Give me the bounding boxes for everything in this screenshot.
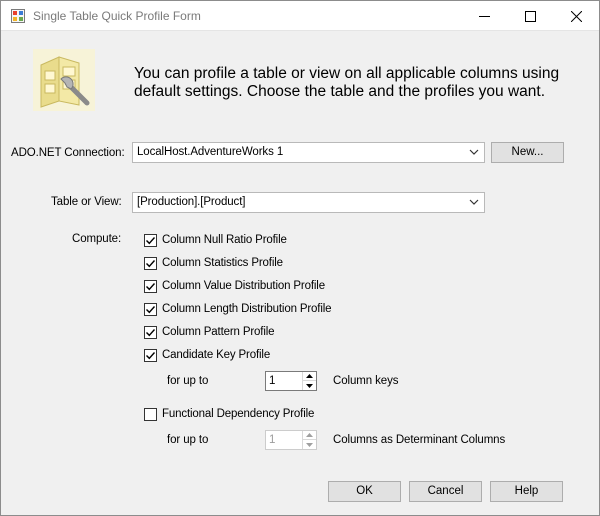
- checkbox-label: Candidate Key Profile: [162, 349, 271, 361]
- chevron-down-icon: [469, 199, 479, 205]
- close-icon: [570, 10, 582, 22]
- functional-dependency-for-up-to-label: for up to: [167, 434, 209, 446]
- determinant-columns-label: Columns as Determinant Columns: [333, 434, 506, 446]
- connection-label: ADO.NET Connection:: [11, 147, 125, 159]
- stepper-down-button[interactable]: [303, 381, 316, 390]
- table-label: Table or View:: [51, 196, 122, 208]
- stepper-arrows: [302, 431, 316, 449]
- checkmark-icon: [146, 259, 156, 267]
- app-icon: [11, 9, 25, 23]
- candidate-key-for-up-to-label: for up to: [167, 375, 209, 387]
- determinant-columns-stepper[interactable]: 1: [265, 430, 317, 450]
- data-profile-icon: [33, 49, 95, 111]
- checkbox-label: Column Value Distribution Profile: [162, 280, 325, 292]
- value-distribution-profile-checkbox[interactable]: Column Value Distribution Profile: [144, 278, 325, 294]
- stepper-up-button[interactable]: [303, 431, 316, 440]
- banner-instructions: You can profile a table or view on all a…: [134, 65, 560, 100]
- stepper-up-button[interactable]: [303, 372, 316, 381]
- checkbox-checked[interactable]: [144, 325, 157, 339]
- pattern-profile-checkbox[interactable]: Column Pattern Profile: [144, 324, 275, 340]
- compute-label: Compute:: [72, 233, 122, 245]
- null-ratio-profile-checkbox[interactable]: Column Null Ratio Profile: [144, 232, 287, 248]
- candidate-key-count-value: 1: [269, 375, 276, 387]
- column-keys-label: Column keys: [333, 375, 399, 387]
- functional-dependency-profile-checkbox[interactable]: Functional Dependency Profile: [144, 406, 314, 422]
- checkbox-checked[interactable]: [144, 279, 157, 293]
- arrow-down-icon: [306, 383, 313, 388]
- title-bar[interactable]: Single Table Quick Profile Form: [1, 1, 599, 31]
- checkbox-label: Column Statistics Profile: [162, 257, 283, 269]
- checkmark-icon: [146, 305, 156, 313]
- checkbox-label: Functional Dependency Profile: [162, 408, 315, 420]
- checkbox-unchecked[interactable]: [144, 407, 157, 421]
- checkbox-checked[interactable]: [144, 233, 157, 247]
- arrow-up-icon: [306, 374, 313, 378]
- arrow-up-icon: [306, 433, 313, 437]
- candidate-key-profile-checkbox[interactable]: Candidate Key Profile: [144, 347, 270, 363]
- candidate-key-count-stepper[interactable]: 1: [265, 371, 317, 391]
- checkbox-checked[interactable]: [144, 256, 157, 270]
- table-select[interactable]: [Production].[Product]: [132, 192, 485, 213]
- cancel-button[interactable]: Cancel: [409, 481, 482, 502]
- checkmark-icon: [146, 328, 156, 336]
- minimize-button[interactable]: [461, 1, 507, 31]
- stepper-down-button[interactable]: [303, 440, 316, 449]
- length-distribution-profile-checkbox[interactable]: Column Length Distribution Profile: [144, 301, 332, 317]
- chevron-down-icon: [469, 149, 479, 155]
- connection-select[interactable]: LocalHost.AdventureWorks 1: [132, 142, 485, 163]
- window-title: Single Table Quick Profile Form: [33, 9, 201, 23]
- determinant-columns-value: 1: [269, 434, 276, 446]
- stepper-arrows: [302, 372, 316, 390]
- checkbox-label: Column Pattern Profile: [162, 326, 275, 338]
- dialog-window: Single Table Quick Profile Form You can …: [0, 0, 600, 516]
- checkmark-icon: [146, 282, 156, 290]
- minimize-icon: [478, 15, 490, 17]
- checkbox-label: Column Length Distribution Profile: [162, 303, 332, 315]
- checkbox-checked[interactable]: [144, 302, 157, 316]
- maximize-icon: [524, 10, 536, 22]
- ok-button[interactable]: OK: [328, 481, 401, 502]
- checkbox-checked[interactable]: [144, 348, 157, 362]
- close-button[interactable]: [553, 1, 599, 31]
- arrow-down-icon: [306, 442, 313, 447]
- help-button[interactable]: Help: [490, 481, 563, 502]
- new-connection-button[interactable]: New...: [491, 142, 564, 163]
- checkmark-icon: [146, 351, 156, 359]
- checkbox-label: Column Null Ratio Profile: [162, 234, 287, 246]
- checkmark-icon: [146, 236, 156, 244]
- maximize-button[interactable]: [507, 1, 553, 31]
- connection-value: LocalHost.AdventureWorks 1: [137, 146, 284, 158]
- table-value: [Production].[Product]: [137, 196, 246, 208]
- statistics-profile-checkbox[interactable]: Column Statistics Profile: [144, 255, 283, 271]
